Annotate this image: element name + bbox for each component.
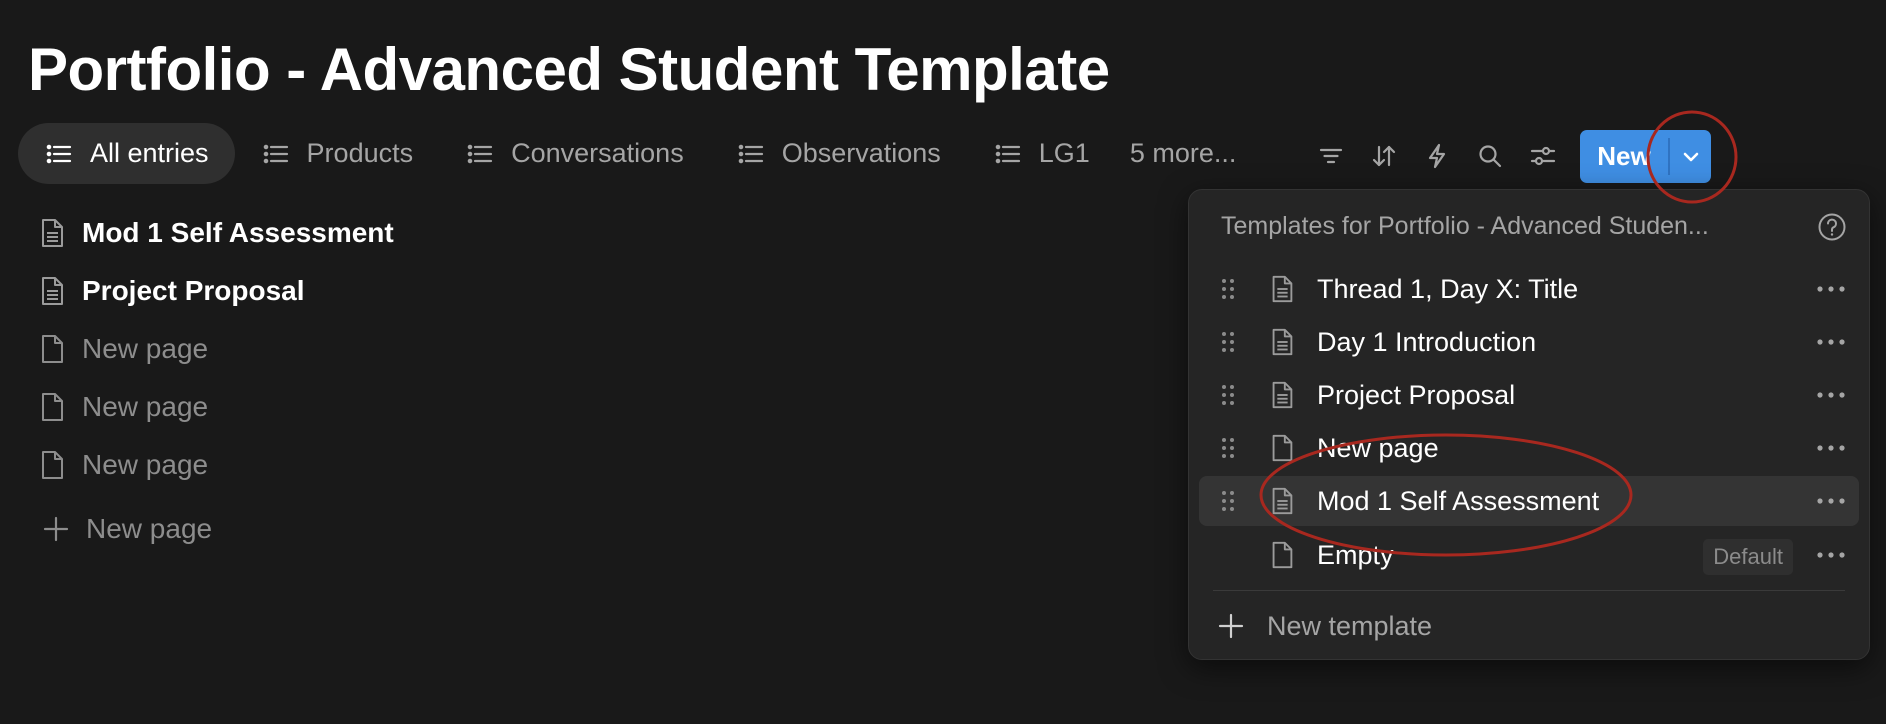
add-new-page-label: New page <box>86 513 213 544</box>
tab-all-entries[interactable]: All entries <box>18 123 235 184</box>
document-lines-icon <box>1272 275 1293 303</box>
template-item-highlighted[interactable]: Mod 1 Self Assessment <box>1199 476 1859 526</box>
document-lines-icon <box>1272 381 1293 409</box>
more-options-icon[interactable] <box>1815 284 1847 294</box>
view-tabs: All entries Products Conversations Obser… <box>18 123 1262 184</box>
more-views-button[interactable]: 5 more... <box>1116 123 1263 184</box>
list-item[interactable]: New page <box>36 324 208 374</box>
template-label: Empty <box>1317 539 1394 570</box>
entry-title: New page <box>82 333 209 364</box>
drag-handle-icon[interactable] <box>1217 274 1239 304</box>
list-item[interactable]: New page <box>36 382 208 432</box>
tab-label: Conversations <box>511 138 684 168</box>
template-label: Project Proposal <box>1317 379 1516 410</box>
tab-observations[interactable]: Observations <box>710 123 967 184</box>
list-icon <box>46 144 72 163</box>
tab-lg1[interactable]: LG1 <box>967 123 1116 184</box>
chevron-down-icon <box>1683 152 1698 161</box>
document-lines-icon <box>42 277 63 305</box>
drag-handle-icon[interactable] <box>1217 486 1239 516</box>
template-item[interactable]: Day 1 Introduction <box>1199 317 1859 367</box>
template-label: Day 1 Introduction <box>1317 326 1537 357</box>
template-label: New page <box>1317 432 1439 463</box>
templates-menu: Templates for Portfolio - Advanced Stude… <box>1188 189 1870 660</box>
template-label: Mod 1 Self Assessment <box>1317 485 1600 516</box>
entry-title: Mod 1 Self Assessment <box>82 217 394 248</box>
template-item[interactable]: Empty Default <box>1199 530 1859 580</box>
new-template-button[interactable]: New template <box>1217 604 1432 648</box>
templates-menu-title: Templates for Portfolio - Advanced Stude… <box>1221 212 1709 240</box>
tab-label: All entries <box>90 138 209 168</box>
more-options-icon[interactable] <box>1815 390 1847 400</box>
more-views-label: 5 more... <box>1129 138 1237 168</box>
document-empty-icon <box>1272 541 1293 569</box>
tab-conversations[interactable]: Conversations <box>439 123 710 184</box>
default-badge: Default <box>1703 539 1793 575</box>
entry-title: Project Proposal <box>82 275 305 306</box>
document-lines-icon <box>42 219 63 247</box>
list-icon <box>738 144 763 163</box>
tab-products[interactable]: Products <box>235 123 440 184</box>
list-icon <box>995 144 1020 163</box>
drag-handle-icon[interactable] <box>1217 433 1239 463</box>
document-empty-icon <box>42 393 63 421</box>
list-item[interactable]: Project Proposal <box>36 266 305 316</box>
settings-sliders-icon[interactable] <box>1526 139 1560 173</box>
list-item[interactable]: New page <box>36 440 208 490</box>
document-empty-icon <box>42 451 63 479</box>
template-item[interactable]: New page <box>1199 423 1859 473</box>
plus-icon <box>1218 613 1244 639</box>
tab-label: Products <box>306 138 414 168</box>
drag-handle-icon[interactable] <box>1217 327 1239 357</box>
tab-label: Observations <box>781 138 941 168</box>
page-title: Portfolio - Advanced Student Template <box>28 36 1110 103</box>
help-icon[interactable] <box>1817 212 1847 242</box>
entry-title: New page <box>82 391 209 422</box>
sort-icon[interactable] <box>1367 139 1401 173</box>
more-options-icon[interactable] <box>1815 443 1847 453</box>
filter-icon[interactable] <box>1314 139 1348 173</box>
plus-icon <box>43 516 69 542</box>
search-icon[interactable] <box>1473 139 1507 173</box>
drag-handle-icon[interactable] <box>1217 380 1239 410</box>
list-icon <box>467 144 493 163</box>
entry-title: New page <box>82 449 209 480</box>
template-item[interactable]: Thread 1, Day X: Title <box>1199 264 1859 314</box>
more-options-icon[interactable] <box>1815 337 1847 347</box>
document-lines-icon <box>1272 487 1293 515</box>
new-button[interactable]: New <box>1580 130 1668 183</box>
template-label: Thread 1, Day X: Title <box>1317 273 1579 304</box>
document-lines-icon <box>1272 328 1293 356</box>
automation-bolt-icon[interactable] <box>1420 139 1454 173</box>
new-options-dropdown[interactable] <box>1670 130 1711 183</box>
tab-label: LG1 <box>1038 138 1090 168</box>
more-options-icon[interactable] <box>1815 550 1847 560</box>
more-options-icon[interactable] <box>1815 496 1847 506</box>
template-item[interactable]: Project Proposal <box>1199 370 1859 420</box>
add-new-page-button[interactable]: New page <box>40 504 212 554</box>
new-template-label: New template <box>1267 610 1433 641</box>
list-item[interactable]: Mod 1 Self Assessment <box>36 208 394 258</box>
new-button-group: New <box>1580 130 1711 183</box>
list-icon <box>263 144 288 163</box>
menu-divider <box>1213 590 1845 591</box>
document-empty-icon <box>42 335 63 363</box>
document-empty-icon <box>1272 434 1293 462</box>
